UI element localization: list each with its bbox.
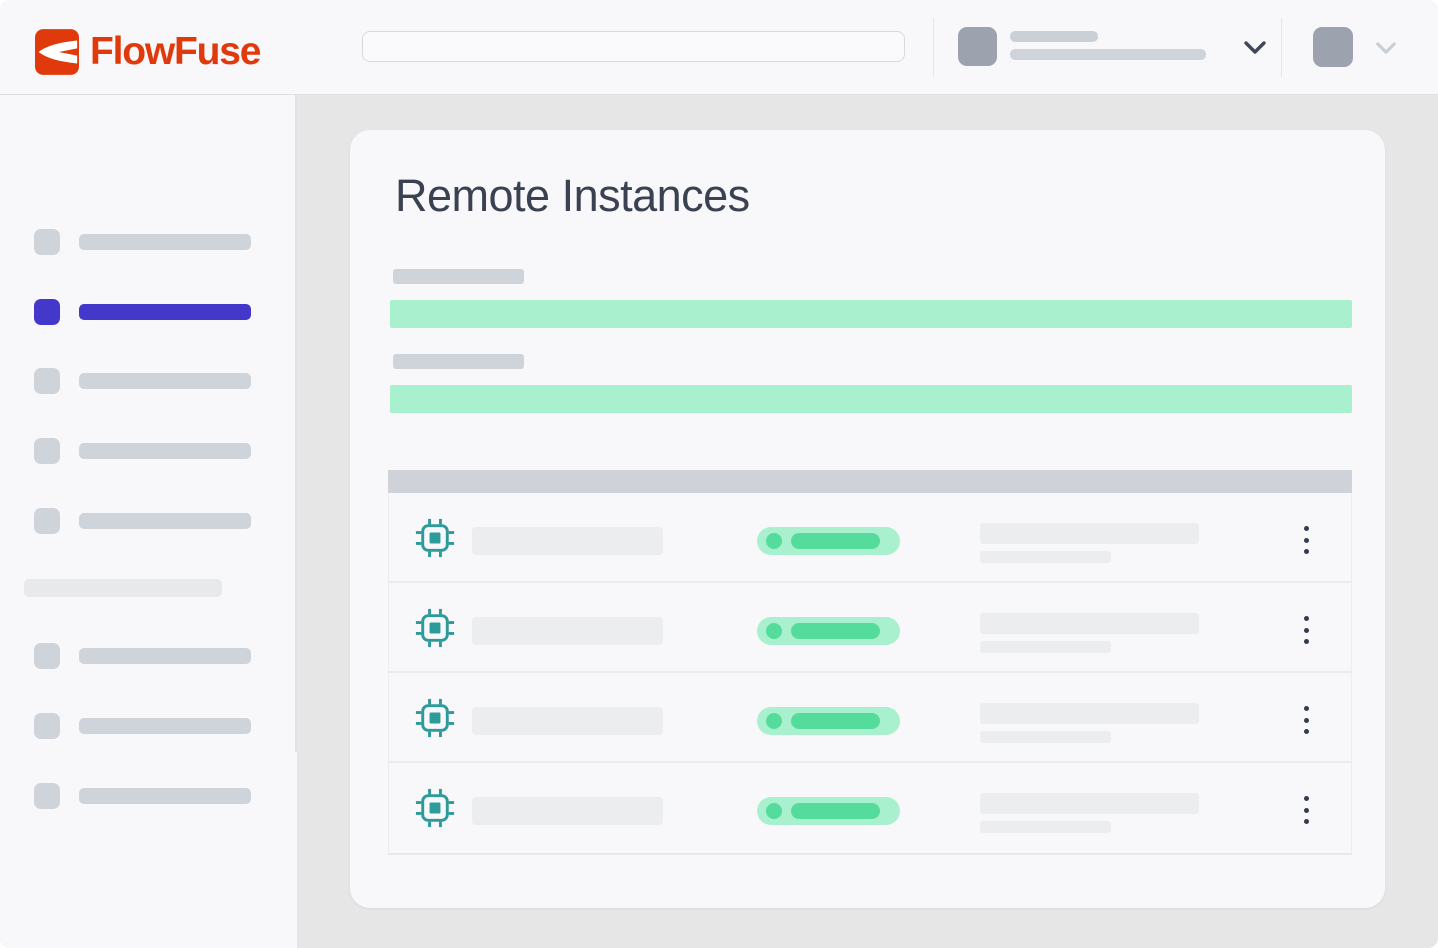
sidebar-nav [0, 95, 297, 948]
field-label-placeholder [393, 354, 524, 369]
status-dot [766, 803, 782, 819]
sidebar-item-label-placeholder [79, 648, 251, 664]
sidebar-item-6[interactable] [0, 643, 297, 673]
status-dot [766, 713, 782, 729]
meta-line-placeholder [980, 523, 1199, 544]
sidebar-item-icon [34, 438, 60, 464]
team-selector[interactable] [958, 27, 1268, 68]
form-field-filled[interactable] [390, 385, 1352, 413]
chevron-down-icon [1375, 41, 1397, 55]
meta-line-placeholder [980, 703, 1199, 724]
table-row[interactable] [389, 673, 1351, 763]
sidebar-item-icon [34, 643, 60, 669]
status-badge [757, 527, 900, 555]
field-label-placeholder [393, 269, 524, 284]
brand-wordmark: FlowFuse [90, 29, 260, 75]
meta-subline-placeholder [980, 641, 1111, 653]
content-card: Remote Instances [350, 130, 1385, 908]
kebab-menu-button[interactable] [1294, 704, 1318, 736]
sidebar-section-label-placeholder [24, 579, 222, 597]
sidebar-item-3[interactable] [0, 368, 297, 398]
status-badge [757, 797, 900, 825]
table-header-placeholder [388, 470, 1352, 493]
sidebar-item-label-placeholder [79, 373, 251, 389]
sidebar-item-label-placeholder [79, 234, 251, 250]
status-dot [766, 533, 782, 549]
cpu-chip-icon [415, 698, 455, 738]
page-title: Remote Instances [395, 170, 750, 222]
flowfuse-logo-icon [35, 29, 79, 75]
status-text-placeholder [791, 623, 880, 639]
meta-subline-placeholder [980, 731, 1111, 743]
meta-subline-placeholder [980, 821, 1111, 833]
meta-line-placeholder [980, 613, 1199, 634]
sidebar-item-8[interactable] [0, 783, 297, 813]
cpu-chip-icon [415, 788, 455, 828]
kebab-menu-button[interactable] [1294, 794, 1318, 826]
app-header: FlowFuse [0, 0, 1438, 95]
meta-subline-placeholder [980, 551, 1111, 563]
user-avatar [1313, 27, 1353, 67]
app-window: FlowFuse [0, 0, 1438, 948]
sidebar-item-icon [34, 299, 60, 325]
status-badge [757, 707, 900, 735]
instance-name-placeholder [472, 617, 663, 645]
header-divider [1281, 18, 1282, 77]
status-text-placeholder [791, 713, 880, 729]
status-dot [766, 623, 782, 639]
sidebar-item-2-active[interactable] [0, 299, 297, 329]
sidebar-item-icon [34, 368, 60, 394]
user-menu[interactable] [1313, 27, 1403, 68]
sidebar-item-icon [34, 229, 60, 255]
header-divider [933, 18, 934, 77]
sidebar-item-7[interactable] [0, 713, 297, 743]
team-subtitle-placeholder [1010, 49, 1206, 60]
sidebar-item-label-placeholder [79, 788, 251, 804]
kebab-menu-button[interactable] [1294, 524, 1318, 556]
status-text-placeholder [791, 803, 880, 819]
sidebar-item-icon [34, 713, 60, 739]
meta-line-placeholder [980, 793, 1199, 814]
sidebar-item-label-placeholder [79, 304, 251, 320]
team-name-placeholder [1010, 31, 1098, 42]
sidebar-item-4[interactable] [0, 438, 297, 468]
sidebar-item-icon [34, 508, 60, 534]
brand-logo[interactable]: FlowFuse [35, 29, 260, 75]
form-field-filled[interactable] [390, 300, 1352, 328]
instances-table [388, 470, 1352, 855]
instance-name-placeholder [472, 797, 663, 825]
table-row[interactable] [389, 493, 1351, 583]
chevron-down-icon [1243, 40, 1267, 55]
kebab-menu-button[interactable] [1294, 614, 1318, 646]
status-badge [757, 617, 900, 645]
sidebar-item-label-placeholder [79, 718, 251, 734]
team-avatar [958, 27, 997, 66]
instance-name-placeholder [472, 527, 663, 555]
table-row[interactable] [389, 583, 1351, 673]
sidebar-item-5[interactable] [0, 508, 297, 538]
sidebar-item-label-placeholder [79, 513, 251, 529]
cpu-chip-icon [415, 608, 455, 648]
sidebar-item-label-placeholder [79, 443, 251, 459]
instance-name-placeholder [472, 707, 663, 735]
cpu-chip-icon [415, 518, 455, 558]
status-text-placeholder [791, 533, 880, 549]
search-input[interactable] [362, 31, 905, 62]
sidebar-item-icon [34, 783, 60, 809]
sidebar-item-1[interactable] [0, 229, 297, 259]
table-row[interactable] [389, 763, 1351, 853]
